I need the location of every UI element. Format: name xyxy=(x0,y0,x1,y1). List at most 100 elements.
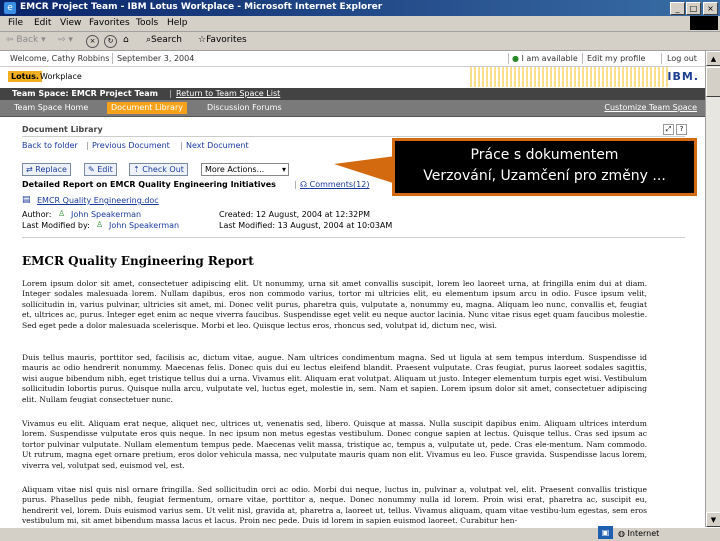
more-actions-value: More Actions... xyxy=(205,165,265,174)
back-label: Back xyxy=(16,35,39,45)
menu-bar: File Edit View Favorites Tools Help xyxy=(0,16,720,32)
availability-label: I am available xyxy=(521,54,578,63)
forward-button[interactable]: ⇨ ▾ xyxy=(58,35,73,45)
modified-date: Last Modified: 13 August, 2004 at 10:03A… xyxy=(219,221,393,230)
divider: | xyxy=(180,141,183,150)
comment-icon: ☊ xyxy=(300,180,308,189)
replace-button[interactable]: ⇄ Replace xyxy=(22,163,71,176)
modified-by-label: Last Modified by: xyxy=(22,221,90,230)
zone-label: Internet xyxy=(627,529,660,538)
previous-document-link[interactable]: Previous Document xyxy=(92,141,170,150)
modified-by-name[interactable]: John Speakerman xyxy=(109,221,179,230)
divider: | xyxy=(294,180,297,189)
help-icon[interactable]: ? xyxy=(676,124,687,135)
menu-file[interactable]: File xyxy=(8,18,23,28)
team-space-bar: Team Space: EMCR Project Team | Return t… xyxy=(0,88,705,100)
decorative-pattern xyxy=(470,67,670,87)
back-to-folder-link[interactable]: Back to folder xyxy=(22,141,78,150)
edit-button[interactable]: ✎ Edit xyxy=(84,163,117,176)
scroll-down-arrow[interactable]: ▼ xyxy=(706,512,720,527)
replace-label: Replace xyxy=(35,165,67,174)
callout-line-1: Práce s dokumentem xyxy=(470,147,619,163)
browser-toolbar: ⇦ Back ▾ ⇨ ▾ × ↻ ⌂ ⌕Search ☆Favorites xyxy=(0,32,720,51)
person-icon: ♙ xyxy=(96,220,104,229)
return-link[interactable]: Return to Team Space List xyxy=(176,89,280,98)
attachment-link[interactable]: EMCR Quality Engineering.doc xyxy=(37,196,159,205)
status-icon: ● xyxy=(512,54,519,63)
document-paragraph: Vivamus eu elit. Aliquam erat neque, ali… xyxy=(22,419,647,470)
ie-icon: e xyxy=(4,2,16,14)
lotus-logo: Lotus. xyxy=(8,71,42,82)
section-heading: Document Library xyxy=(22,125,103,134)
edit-label: Edit xyxy=(97,165,113,174)
report-title: Detailed Report on EMCR Quality Engineer… xyxy=(22,180,276,189)
document-title: EMCR Quality Engineering Report xyxy=(22,254,254,268)
current-date: September 3, 2004 xyxy=(117,54,195,63)
more-actions-select[interactable]: More Actions... ▾ xyxy=(201,163,289,176)
windows-logo xyxy=(690,16,718,30)
workplace-label: Workplace xyxy=(40,72,82,81)
check-out-button[interactable]: ⇡ Check Out xyxy=(129,163,188,176)
chevron-down-icon: ▾ xyxy=(281,165,286,174)
team-space-title: Team Space: EMCR Project Team xyxy=(12,89,158,98)
welcome-text: Welcome, Cathy Robbins xyxy=(10,54,110,63)
menu-edit[interactable]: Edit xyxy=(34,18,51,28)
favorites-button[interactable]: ☆Favorites xyxy=(198,35,247,45)
security-zone-icon: ▣ xyxy=(598,526,613,539)
pencil-icon: ✎ xyxy=(88,165,95,174)
window-title: EMCR Project Team - IBM Lotus Workplace … xyxy=(20,2,383,12)
checkout-icon: ⇡ xyxy=(133,165,140,174)
callout-box: Práce s dokumentem Verzování, Uzamčení p… xyxy=(392,138,697,196)
divider xyxy=(661,53,662,64)
word-document-icon: ▤ xyxy=(22,195,31,205)
home-icon[interactable]: ⌂ xyxy=(123,35,129,45)
logout-link[interactable]: Log out xyxy=(667,54,697,63)
minimize-button[interactable]: _ xyxy=(670,2,685,15)
menu-tools[interactable]: Tools xyxy=(136,18,158,28)
search-button[interactable]: ⌕Search xyxy=(146,35,182,45)
document-paragraph: Duis tellus mauris, porttitor sed, facil… xyxy=(22,353,647,404)
stop-icon[interactable]: × xyxy=(86,35,101,48)
divider xyxy=(22,136,685,137)
title-bar: e EMCR Project Team - IBM Lotus Workplac… xyxy=(0,0,720,16)
tab-team-space-home[interactable]: Team Space Home xyxy=(14,102,88,114)
menu-view[interactable]: View xyxy=(60,18,81,28)
divider: | xyxy=(86,141,89,150)
edit-icon[interactable]: ⤢ xyxy=(663,124,674,135)
document-paragraph: Lorem ipsum dolor sit amet, consectetuer… xyxy=(22,279,647,330)
divider xyxy=(22,237,685,238)
author-label: Author: xyxy=(22,210,52,219)
internet-zone: ◍ Internet xyxy=(618,529,659,538)
user-bar: Welcome, Cathy Robbins September 3, 2004… xyxy=(0,51,705,67)
edit-profile-link[interactable]: Edit my profile xyxy=(587,54,645,63)
divider: | xyxy=(169,89,172,98)
customize-link[interactable]: Customize Team Space xyxy=(604,103,697,112)
search-label: Search xyxy=(151,35,182,45)
replace-icon: ⇄ xyxy=(26,165,33,174)
maximize-button[interactable]: □ xyxy=(686,2,701,15)
ibm-logo: IBM. xyxy=(667,70,699,83)
divider xyxy=(582,53,583,64)
divider xyxy=(508,53,509,64)
divider xyxy=(112,53,113,64)
tab-discussion-forums[interactable]: Discussion Forums xyxy=(207,102,282,114)
vertical-scrollbar[interactable]: ▲ ▼ xyxy=(705,51,720,527)
author-name[interactable]: John Speakerman xyxy=(71,210,141,219)
menu-favorites[interactable]: Favorites xyxy=(89,18,130,28)
scroll-thumb[interactable] xyxy=(706,67,720,97)
created-date: Created: 12 August, 2004 at 12:32PM xyxy=(219,210,370,219)
back-button[interactable]: ⇦ Back ▾ xyxy=(6,35,46,45)
close-button[interactable]: × xyxy=(703,2,718,15)
refresh-icon[interactable]: ↻ xyxy=(104,35,119,48)
callout-line-2: Verzování, Uzamčení pro změny ... xyxy=(423,168,666,184)
favorites-label: Favorites xyxy=(206,35,247,45)
menu-help[interactable]: Help xyxy=(167,18,188,28)
star-icon: ☆ xyxy=(198,35,207,45)
check-out-label: Check Out xyxy=(142,165,184,174)
document-paragraph: Aliquam vitae nisl quis nisl ornare frin… xyxy=(22,485,647,526)
availability-link[interactable]: ● I am available xyxy=(512,54,578,63)
scroll-up-arrow[interactable]: ▲ xyxy=(706,51,720,66)
tab-document-library[interactable]: Document Library xyxy=(107,102,187,114)
next-document-link[interactable]: Next Document xyxy=(186,141,249,150)
tab-bar: Team Space Home Document Library Discuss… xyxy=(0,100,705,117)
